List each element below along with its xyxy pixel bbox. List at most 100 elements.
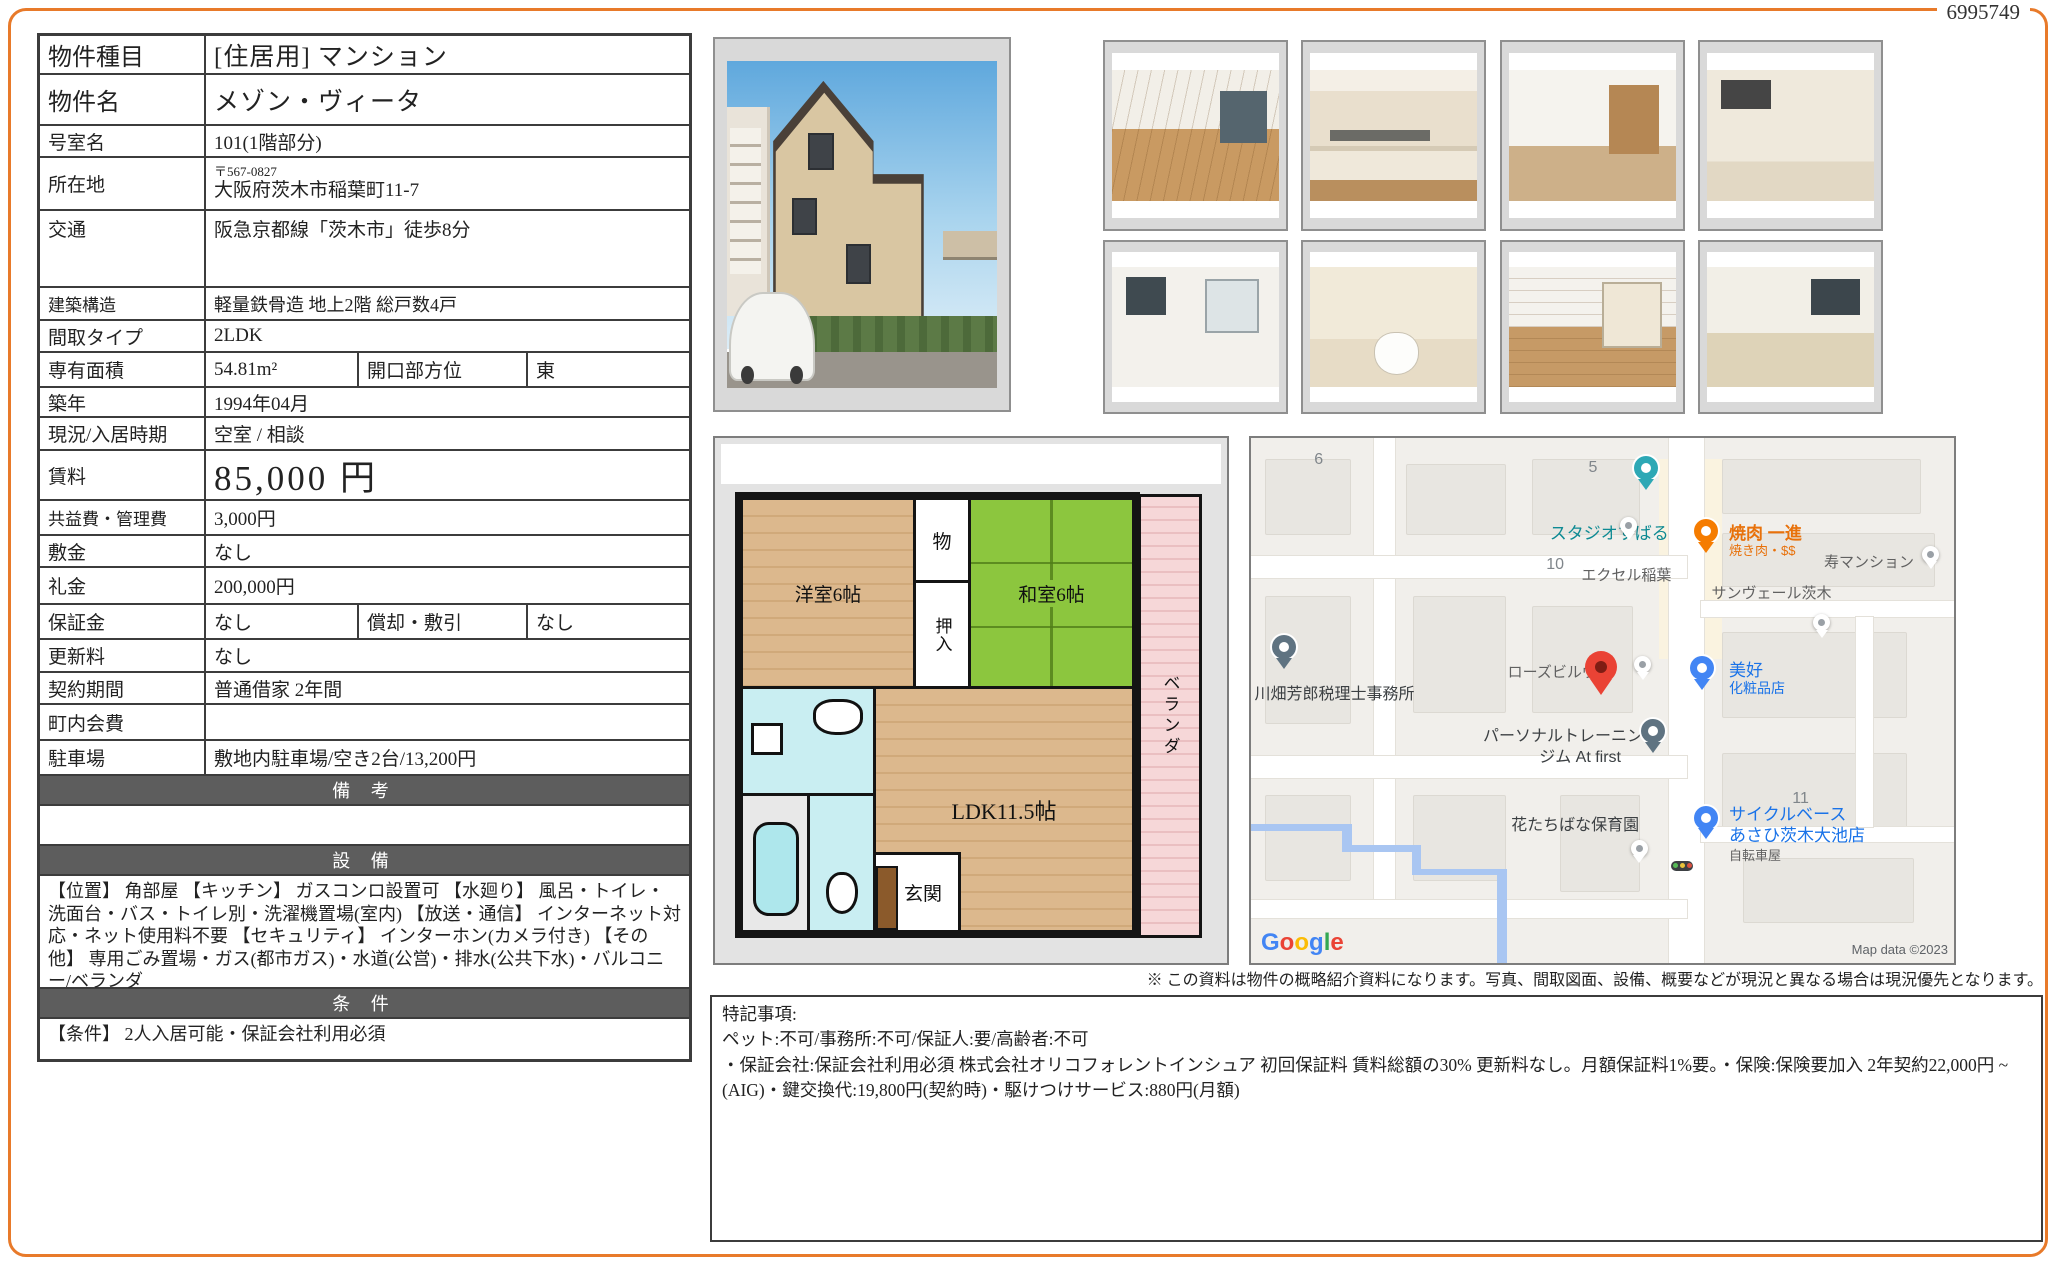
excel-pin-icon (1620, 517, 1637, 534)
row-label-structure: 建築構造 (40, 288, 206, 319)
block-number-6: 6 (1314, 451, 1323, 469)
row-value-property-name: メゾン・ヴィータ (206, 75, 689, 124)
row-label-room-no: 号室名 (40, 126, 206, 156)
road-vertical-main (1669, 438, 1704, 963)
row-value-neighborhood-fee (206, 705, 689, 739)
road-horizontal-2 (1251, 756, 1687, 778)
row-value-opening-direction: 東 (528, 353, 689, 386)
room-ldk-label: LDK11.5帖 (952, 794, 1057, 826)
row-value-layout-type: 2LDK (206, 321, 689, 351)
white-car (729, 292, 814, 381)
table-row: 共益費・管理費 3,000円 (40, 501, 689, 536)
kotobuki-pin-icon (1922, 546, 1939, 563)
disclaimer-text: ※ この資料は物件の概略紹介資料になります。写真、間取図面、設備、概要などが現況… (710, 966, 2043, 990)
photo-kitchen (1301, 40, 1486, 231)
table-row: 町内会費 (40, 705, 689, 741)
table-row: 間取タイプ 2LDK (40, 321, 689, 353)
plan-margin (721, 444, 1221, 484)
toilet-image (1310, 267, 1477, 387)
row-value-guarantee: なし (206, 605, 359, 638)
row-value-common-fee: 3,000円 (206, 501, 689, 534)
bathroom-image (1707, 70, 1874, 202)
map-label-miyoshi-sub: 化粧品店 (1729, 678, 1785, 698)
row-label-rent: 賃料 (40, 451, 206, 499)
row-value-renewal-fee: なし (206, 640, 689, 671)
block-number-5: 5 (1588, 459, 1597, 477)
sunvale-pin-icon (1813, 614, 1830, 631)
photo-entrance-hall (1500, 40, 1685, 231)
photo-bathroom (1698, 40, 1883, 231)
table-row: 交通 阪急京都線「茨木市」徒歩8分 (40, 211, 689, 288)
section-header-remarks: 備 考 (40, 776, 689, 806)
map-attribution: Map data ©2023 (1852, 942, 1948, 957)
table-row: 物件名 メゾン・ヴィータ (40, 75, 689, 126)
nursery-pin-icon (1631, 840, 1648, 857)
row-label-parking: 駐車場 (40, 741, 206, 774)
map-label-miyoshi: 美好 (1729, 656, 1763, 681)
washbasin-image (1112, 267, 1279, 387)
sink-icon (813, 699, 863, 735)
special-notes-title: 特記事項: (722, 1002, 2031, 1027)
tax-office-pin-icon (1272, 635, 1296, 659)
row-label-address: 所在地 (40, 158, 206, 209)
table-row: 駐車場 敷地内駐車場/空き2台/13,200円 (40, 741, 689, 776)
room-japanese: 和室6帖 (968, 497, 1135, 689)
photo-bedroom (1500, 240, 1685, 414)
neighbor-building (727, 107, 771, 316)
section-body-remarks (40, 806, 689, 846)
table-row: 所在地 〒567-0827 大阪府茨木市稲葉町11-7 (40, 158, 689, 211)
room-veranda-label: ベランダ (1158, 674, 1183, 758)
section-header-conditions: 条 件 (40, 989, 689, 1019)
property-table: 物件種目 [住居用] マンション 物件名 メゾン・ヴィータ 号室名 101(1階… (37, 33, 692, 1062)
photo-living-room (1103, 40, 1288, 231)
living-room-image (1112, 70, 1279, 202)
japanese-room-image (1707, 267, 1874, 387)
row-label-transport: 交通 (40, 211, 206, 286)
table-row: 賃料 85,000 円 (40, 451, 689, 501)
row-label-layout-type: 間取タイプ (40, 321, 206, 351)
window (808, 133, 834, 170)
property-location-pin-icon (1585, 651, 1617, 683)
row-value-transport: 阪急京都線「茨木市」徒歩8分 (206, 211, 689, 286)
table-row: 専有面積 54.81m² 開口部方位 東 (40, 353, 689, 388)
table-row: 更新料 なし (40, 640, 689, 673)
room-toilet (807, 793, 876, 933)
map-label-cycle-line3: 自転車屋 (1729, 845, 1781, 864)
table-row: 建築構造 軽量鉄骨造 地上2階 総戸数4戸 (40, 288, 689, 321)
section-body-equipment: 【位置】 角部屋 【キッチン】 ガスコンロ設置可 【水廻り】 風呂・トイレ・洗面… (40, 876, 689, 989)
row-value-room-no: 101(1階部分) (206, 126, 689, 156)
google-logo: Google (1261, 929, 1344, 957)
row-label-guarantee: 保証金 (40, 605, 206, 638)
row-label-amortization: 償却・敷引 (359, 605, 528, 638)
photo-japanese-room (1698, 240, 1883, 414)
map-label-sunvale: サンヴェール茨木 (1711, 582, 1831, 603)
row-label-renewal-fee: 更新料 (40, 640, 206, 671)
nearby-pin-icon (1634, 656, 1651, 673)
entrance-hall-image (1509, 70, 1676, 202)
room-oshiire-label: 押入 (930, 617, 955, 653)
toilet-icon (826, 872, 858, 914)
miyoshi-pin-icon (1690, 656, 1714, 680)
traffic-light-icon (1671, 861, 1693, 871)
block-number-10: 10 (1546, 556, 1564, 574)
row-value-address: 〒567-0827 大阪府茨木市稲葉町11-7 (206, 158, 689, 209)
map-label-yakiniku-sub: 焼き肉・$$ (1729, 540, 1795, 559)
row-value-area: 54.81m² (206, 353, 359, 386)
table-row: 敷金 なし (40, 536, 689, 568)
row-value-rent: 85,000 円 (206, 451, 689, 499)
row-label-status: 現況/入居時期 (40, 418, 206, 449)
map-label-gym-line2: ジム At first (1539, 743, 1621, 767)
bedroom-image (1509, 267, 1676, 387)
row-label-property-name: 物件名 (40, 75, 206, 124)
row-value-property-type: [住居用] マンション (206, 36, 689, 73)
map-label-excel: エクセル稲葉 (1581, 564, 1671, 585)
room-storage: 物 (913, 497, 971, 583)
window (846, 244, 872, 284)
section-body-conditions: 【条件】 2人入居可能・保証会社利用必須 (40, 1019, 689, 1059)
row-label-common-fee: 共益費・管理費 (40, 501, 206, 534)
row-value-status: 空室 / 相談 (206, 418, 689, 449)
table-row: 物件種目 [住居用] マンション (40, 36, 689, 75)
gym-pin-icon (1641, 719, 1665, 743)
road-vertical-left (1374, 438, 1395, 900)
room-veranda: ベランダ (1138, 494, 1202, 938)
